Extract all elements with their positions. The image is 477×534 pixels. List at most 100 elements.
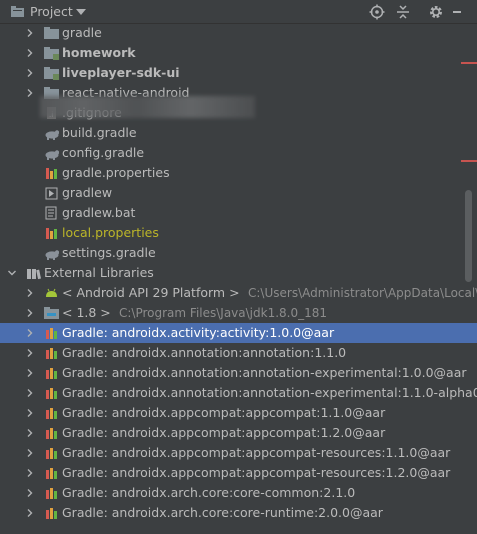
library-row[interactable]: Gradle: androidx.annotation:annotation:1…: [0, 343, 477, 363]
library-icon: [46, 428, 57, 439]
library-icon: [46, 508, 57, 519]
library-row[interactable]: Gradle: androidx.appcompat:appcompat:1.2…: [0, 423, 477, 443]
library-icon: [46, 488, 57, 499]
tree-row[interactable]: gradlew.bat: [0, 203, 477, 223]
tree-item-label: liveplayer-sdk-ui: [62, 65, 180, 80]
library-label: Gradle: androidx.arch.core:core-common:2…: [62, 485, 356, 500]
project-view-title[interactable]: Project: [30, 4, 73, 19]
view-dropdown-icon[interactable]: [76, 9, 86, 15]
gradle-elephant-icon: [45, 130, 59, 140]
tree-item-label: config.gradle: [62, 145, 145, 160]
library-row[interactable]: Gradle: androidx.appcompat:appcompat-res…: [0, 443, 477, 463]
chevron-right-icon[interactable]: [25, 88, 35, 98]
gradle-elephant-icon: [45, 150, 59, 160]
library-icon: [46, 408, 57, 419]
library-row[interactable]: < 1.8 > C:\Program Files\Java\jdk1.8.0_18…: [0, 303, 477, 323]
script-file-icon: [45, 187, 58, 200]
chevron-right-icon[interactable]: [25, 508, 35, 518]
tree-row[interactable]: settings.gradle: [0, 243, 477, 263]
collapse-all-icon[interactable]: [395, 4, 411, 20]
module-folder-icon: [44, 47, 59, 60]
library-row[interactable]: < Android API 29 Platform > C:\Users\Admi…: [0, 283, 477, 303]
chevron-down-icon[interactable]: [7, 268, 17, 278]
tree-item-label: build.gradle: [62, 125, 137, 140]
tree-row[interactable]: liveplayer-sdk-ui: [0, 63, 477, 83]
external-libraries-node[interactable]: External Libraries: [0, 263, 477, 283]
folder-icon: [44, 27, 59, 39]
vertical-scrollbar[interactable]: [465, 190, 472, 282]
settings-gear-icon[interactable]: [428, 4, 444, 20]
tree-item-label: gradle: [62, 25, 102, 40]
chevron-right-icon[interactable]: [25, 428, 35, 438]
tree-item-label: homework: [62, 45, 136, 60]
library-label: Gradle: androidx.activity:activity:1.0.0…: [62, 325, 335, 340]
tree-row[interactable]: config.gradle: [0, 143, 477, 163]
library-row[interactable]: Gradle: androidx.appcompat:appcompat:1.1…: [0, 403, 477, 423]
library-icon: [46, 468, 57, 479]
library-row[interactable]: Gradle: androidx.arch.core:core-common:2…: [0, 483, 477, 503]
library-label: Gradle: androidx.annotation:annotation:1…: [62, 345, 347, 360]
tree-item-label: settings.gradle: [62, 245, 156, 260]
tree-item-label: local.properties: [62, 225, 159, 240]
library-label: Gradle: androidx.appcompat:appcompat-res…: [62, 445, 451, 460]
chevron-right-icon[interactable]: [25, 308, 35, 318]
library-row[interactable]: Gradle: androidx.appcompat:appcompat-res…: [0, 463, 477, 483]
library-row[interactable]: Gradle: androidx.annotation:annotation-e…: [0, 383, 477, 403]
tree-row[interactable]: gradlew: [0, 183, 477, 203]
tree-row[interactable]: local.properties: [0, 223, 477, 243]
hide-panel-icon[interactable]: [452, 4, 462, 20]
library-icon: [46, 448, 57, 459]
library-icon: [46, 368, 57, 379]
tree-row[interactable]: gradle: [0, 24, 477, 43]
library-icon: [46, 328, 57, 339]
library-path: C:\Users\Administrator\AppData\Local\And…: [248, 286, 477, 300]
error-stripe-mark[interactable]: [461, 62, 477, 64]
text-file-icon: [45, 206, 57, 220]
project-folder-icon: [11, 6, 24, 17]
chevron-right-icon[interactable]: [25, 348, 35, 358]
tree-row[interactable]: homework: [0, 43, 477, 63]
chevron-right-icon[interactable]: [25, 48, 35, 58]
library-label: Gradle: androidx.annotation:annotation-e…: [62, 365, 467, 380]
chevron-right-icon[interactable]: [25, 388, 35, 398]
chevron-right-icon[interactable]: [25, 408, 35, 418]
external-libraries-label: External Libraries: [44, 265, 154, 280]
library-label: Gradle: androidx.annotation:annotation-e…: [62, 385, 477, 400]
tree-row[interactable]: gradle.properties: [0, 163, 477, 183]
locate-file-icon[interactable]: [369, 4, 385, 20]
tree-item-label: gradlew.bat: [62, 205, 136, 220]
chevron-right-icon[interactable]: [25, 488, 35, 498]
chevron-right-icon[interactable]: [25, 328, 35, 338]
chevron-right-icon[interactable]: [25, 28, 35, 38]
library-row-selected[interactable]: Gradle: androidx.activity:activity:1.0.0…: [0, 323, 477, 343]
chevron-right-icon[interactable]: [25, 288, 35, 298]
chevron-right-icon[interactable]: [25, 68, 35, 78]
chevron-right-icon[interactable]: [25, 468, 35, 478]
error-stripe-mark[interactable]: [461, 160, 477, 162]
external-libraries-icon: [27, 269, 41, 280]
tree-item-label: gradle.properties: [62, 165, 170, 180]
module-folder-icon: [44, 67, 59, 80]
library-path: C:\Program Files\Java\jdk1.8.0_181: [119, 306, 328, 320]
library-label: Gradle: androidx.appcompat:appcompat:1.2…: [62, 425, 386, 440]
library-label: Gradle: androidx.appcompat:appcompat:1.1…: [62, 405, 386, 420]
gradle-elephant-icon: [45, 250, 59, 260]
library-row[interactable]: Gradle: androidx.annotation:annotation-e…: [0, 363, 477, 383]
tree-row[interactable]: build.gradle: [0, 123, 477, 143]
library-label: Gradle: androidx.arch.core:core-runtime:…: [62, 505, 383, 520]
library-icon: [46, 388, 57, 399]
redacted-region: [40, 96, 255, 118]
jdk-folder-icon: [44, 307, 59, 319]
library-label: < 1.8 >: [62, 305, 111, 320]
project-toolbar: Project: [0, 0, 477, 24]
properties-file-icon: [46, 228, 57, 239]
properties-file-icon: [46, 168, 57, 179]
library-row[interactable]: Gradle: androidx.arch.core:core-runtime:…: [0, 503, 477, 523]
library-label: Gradle: androidx.appcompat:appcompat-res…: [62, 465, 451, 480]
tree-item-label: gradlew: [62, 185, 113, 200]
android-icon: [46, 288, 57, 297]
chevron-right-icon[interactable]: [25, 448, 35, 458]
library-icon: [46, 348, 57, 359]
chevron-right-icon[interactable]: [25, 368, 35, 378]
library-label: < Android API 29 Platform >: [62, 285, 240, 300]
